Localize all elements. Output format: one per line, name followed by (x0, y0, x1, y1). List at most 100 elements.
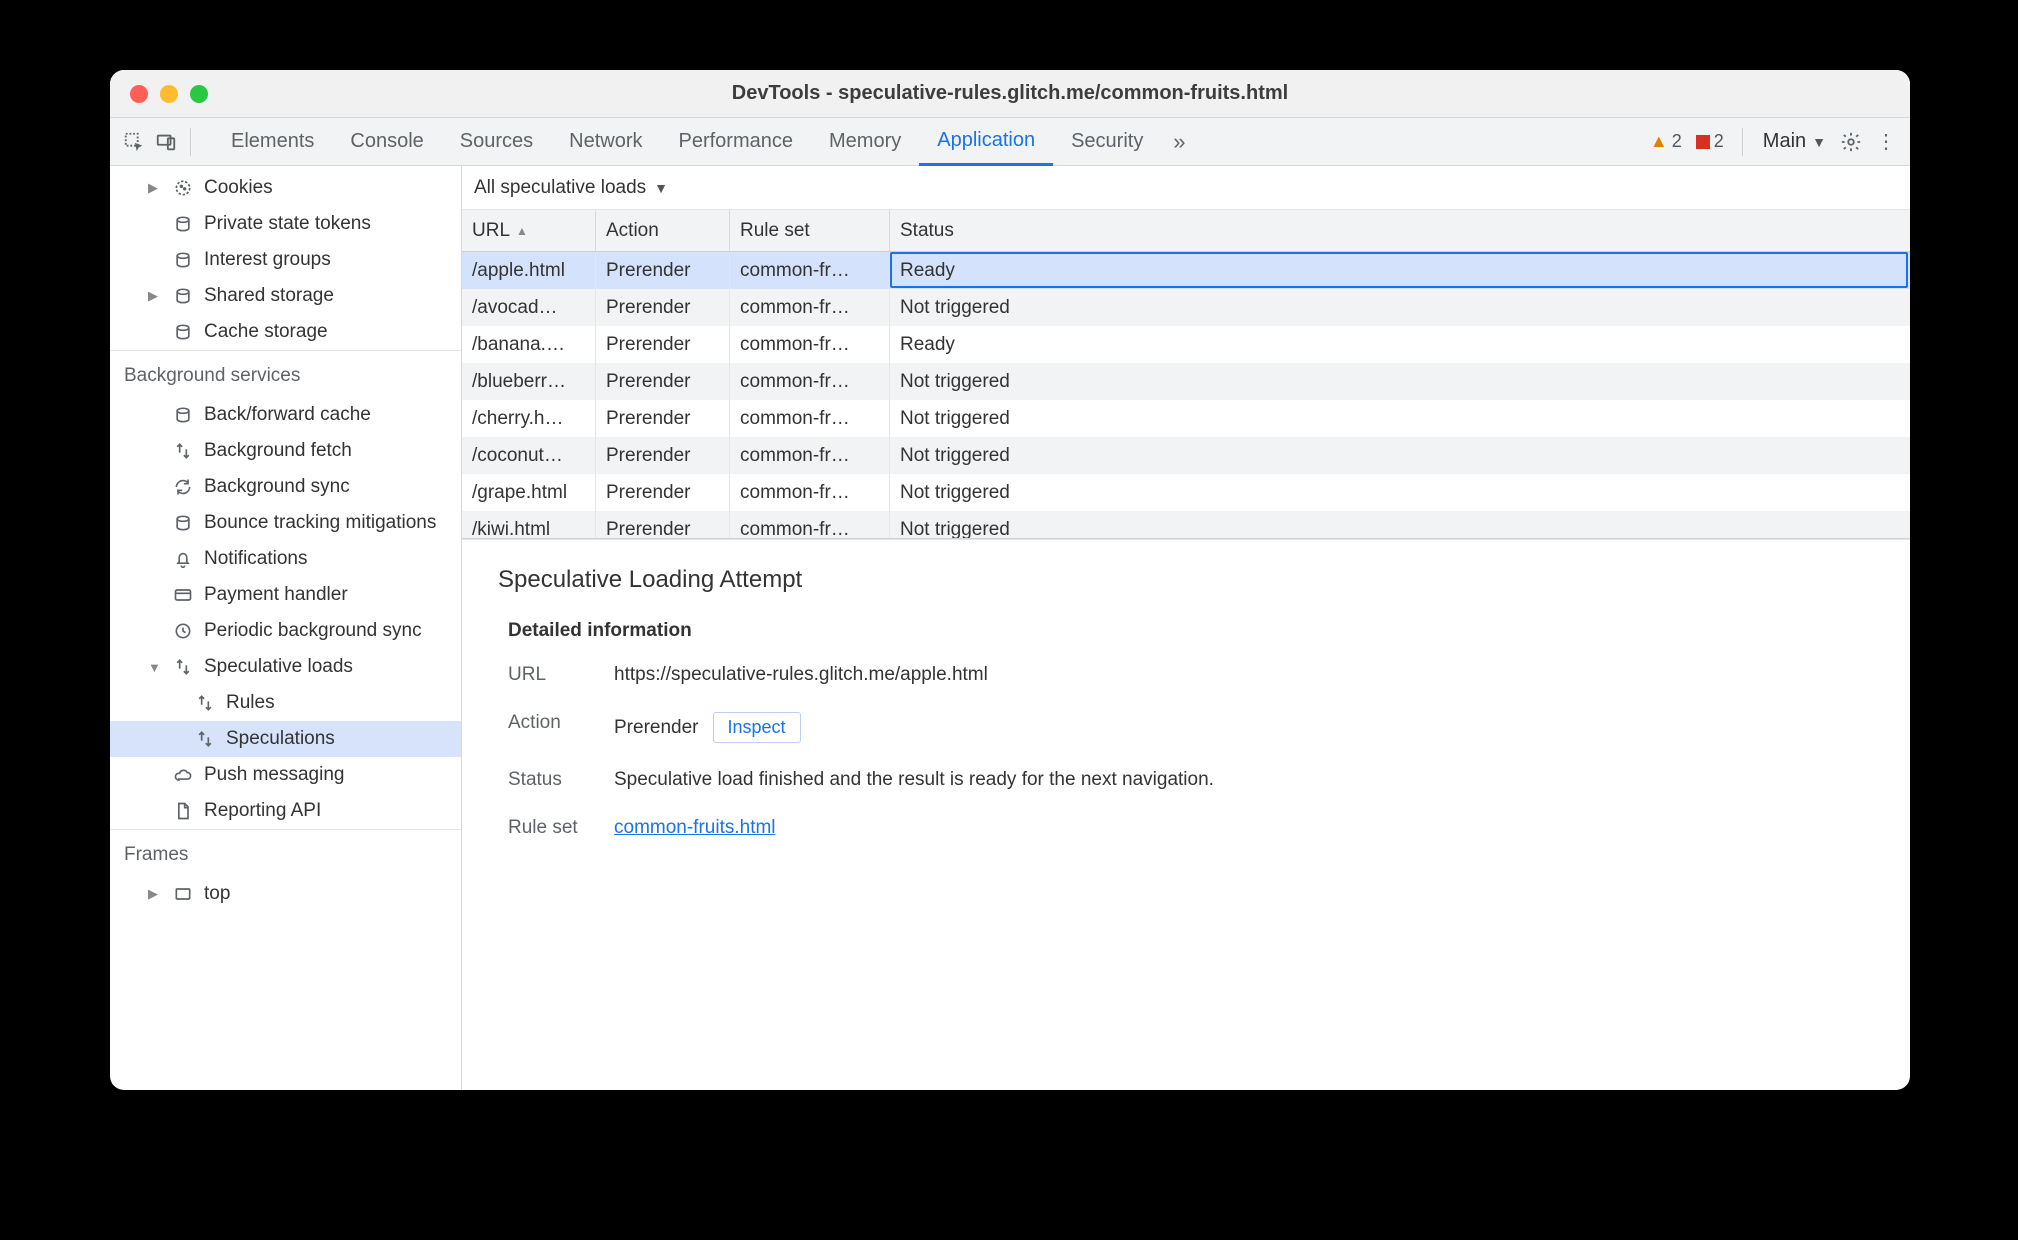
tab-security[interactable]: Security (1053, 118, 1161, 166)
table-row[interactable]: /cherry.h…Prerendercommon-fr…Not trigger… (462, 400, 1910, 437)
column-header-status[interactable]: Status (890, 210, 1910, 251)
table-row[interactable]: /kiwi.htmlPrerendercommon-fr…Not trigger… (462, 511, 1910, 538)
tree-caret-icon: ▼ (148, 660, 162, 675)
cookie-icon (172, 178, 194, 198)
sidebar-item-background-sync[interactable]: Background sync (110, 469, 461, 505)
table-row[interactable]: /grape.htmlPrerendercommon-fr…Not trigge… (462, 474, 1910, 511)
sidebar-item-speculative-loads[interactable]: ▼Speculative loads (110, 649, 461, 685)
sidebar-item-shared-storage[interactable]: ▶Shared storage (110, 278, 461, 314)
cell-url: /blueberr… (462, 363, 596, 400)
cell-ruleset: common-fr… (730, 289, 890, 326)
cell-url: /cherry.h… (462, 400, 596, 437)
issues-badge[interactable]: 2 (1696, 131, 1724, 152)
warnings-group[interactable]: ▲ 2 2 (1650, 131, 1724, 152)
table-row[interactable]: /coconut…Prerendercommon-fr…Not triggere… (462, 437, 1910, 474)
cell-status: Ready (890, 326, 1910, 363)
sidebar-item-label: Bounce tracking mitigations (204, 512, 436, 534)
sidebar-item-rules[interactable]: Rules (110, 685, 461, 721)
column-header-rule-set[interactable]: Rule set (730, 210, 890, 251)
sidebar-item-back-forward-cache[interactable]: Back/forward cache (110, 397, 461, 433)
cell-ruleset: common-fr… (730, 363, 890, 400)
titlebar: DevTools - speculative-rules.glitch.me/c… (110, 70, 1910, 118)
sidebar-item-top[interactable]: ▶top (110, 876, 461, 912)
sidebar-item-speculations[interactable]: Speculations (110, 721, 461, 757)
sidebar-item-label: Background sync (204, 476, 350, 498)
devtools-window: DevTools - speculative-rules.glitch.me/c… (110, 70, 1910, 1090)
table-row[interactable]: /banana.…Prerendercommon-fr…Ready (462, 326, 1910, 363)
window-title: DevTools - speculative-rules.glitch.me/c… (110, 82, 1910, 105)
column-header-url[interactable]: URL▲ (462, 210, 596, 251)
device-mode-icon[interactable] (152, 128, 180, 156)
sidebar-item-background-fetch[interactable]: Background fetch (110, 433, 461, 469)
detail-subheading: Detailed information (508, 620, 1874, 642)
sidebar-item-payment-handler[interactable]: Payment handler (110, 577, 461, 613)
sidebar-item-reporting-api[interactable]: Reporting API (110, 793, 461, 829)
detail-status-label: Status (508, 769, 598, 791)
tab-memory[interactable]: Memory (811, 118, 919, 166)
db-icon (172, 250, 194, 270)
cell-status: Not triggered (890, 363, 1910, 400)
sidebar-item-label: top (204, 883, 230, 905)
table-row[interactable]: /avocad…Prerendercommon-fr…Not triggered (462, 289, 1910, 326)
detail-pane: Speculative Loading Attempt Detailed inf… (462, 539, 1910, 1090)
sidebar-item-cache-storage[interactable]: Cache storage (110, 314, 461, 350)
warning-triangle-icon: ▲ (1650, 131, 1668, 152)
sidebar-item-label: Back/forward cache (204, 404, 371, 426)
sidebar-item-cookies[interactable]: ▶Cookies (110, 170, 461, 206)
doc-icon (172, 801, 194, 821)
cell-status: Not triggered (890, 400, 1910, 437)
close-window-button[interactable] (130, 85, 148, 103)
kebab-menu-icon[interactable]: ⋮ (1872, 129, 1900, 154)
cell-action: Prerender (596, 400, 730, 437)
sidebar-item-notifications[interactable]: Notifications (110, 541, 461, 577)
target-context-selector[interactable]: Main ▼ (1763, 130, 1826, 153)
settings-gear-icon[interactable] (1840, 131, 1868, 153)
traffic-lights (130, 85, 208, 103)
tab-application[interactable]: Application (919, 118, 1053, 166)
warnings-badge[interactable]: ▲ 2 (1650, 131, 1682, 152)
detail-ruleset-link[interactable]: common-fruits.html (614, 817, 776, 839)
cell-ruleset: common-fr… (730, 252, 890, 289)
inspect-button[interactable]: Inspect (713, 712, 801, 743)
tabs-overflow-icon[interactable]: » (1165, 128, 1193, 156)
tab-console[interactable]: Console (332, 118, 441, 166)
tab-elements[interactable]: Elements (213, 118, 332, 166)
sidebar-item-private-state-tokens[interactable]: Private state tokens (110, 206, 461, 242)
context-label: Main (1763, 130, 1806, 153)
db-icon (172, 405, 194, 425)
detail-action-label: Action (508, 712, 598, 743)
sidebar-item-label: Payment handler (204, 584, 348, 606)
cell-action: Prerender (596, 363, 730, 400)
sidebar-item-label: Speculations (226, 728, 335, 750)
tab-sources[interactable]: Sources (442, 118, 551, 166)
speculation-filter-select[interactable]: All speculative loads ▼ (462, 166, 1910, 210)
table-row[interactable]: /apple.htmlPrerendercommon-fr…Ready (462, 252, 1910, 289)
arrows-icon (172, 441, 194, 461)
sidebar-item-interest-groups[interactable]: Interest groups (110, 242, 461, 278)
toolbar-divider (1742, 128, 1743, 156)
column-header-action[interactable]: Action (596, 210, 730, 251)
issue-flag-icon (1696, 135, 1710, 149)
cell-action: Prerender (596, 474, 730, 511)
cell-ruleset: common-fr… (730, 326, 890, 363)
detail-ruleset-label: Rule set (508, 817, 598, 839)
cell-status: Not triggered (890, 437, 1910, 474)
sidebar-item-bounce-tracking-mitigations[interactable]: Bounce tracking mitigations (110, 505, 461, 541)
tab-network[interactable]: Network (551, 118, 660, 166)
table-header: URL▲ActionRule setStatus (462, 210, 1910, 252)
sidebar-item-periodic-background-sync[interactable]: Periodic background sync (110, 613, 461, 649)
db-icon (172, 513, 194, 533)
detail-status-value: Speculative load finished and the result… (614, 769, 1874, 791)
tab-performance[interactable]: Performance (661, 118, 812, 166)
minimize-window-button[interactable] (160, 85, 178, 103)
zoom-window-button[interactable] (190, 85, 208, 103)
tree-caret-icon: ▶ (148, 180, 162, 196)
speculations-table: URL▲ActionRule setStatus /apple.htmlPrer… (462, 210, 1910, 539)
sidebar-item-push-messaging[interactable]: Push messaging (110, 757, 461, 793)
chevron-down-icon: ▼ (654, 180, 668, 196)
cell-url: /coconut… (462, 437, 596, 474)
sidebar-group-frames: Frames (110, 829, 461, 876)
inspect-element-icon[interactable] (120, 128, 148, 156)
table-row[interactable]: /blueberr…Prerendercommon-fr…Not trigger… (462, 363, 1910, 400)
detail-url-value: https://speculative-rules.glitch.me/appl… (614, 664, 1874, 686)
